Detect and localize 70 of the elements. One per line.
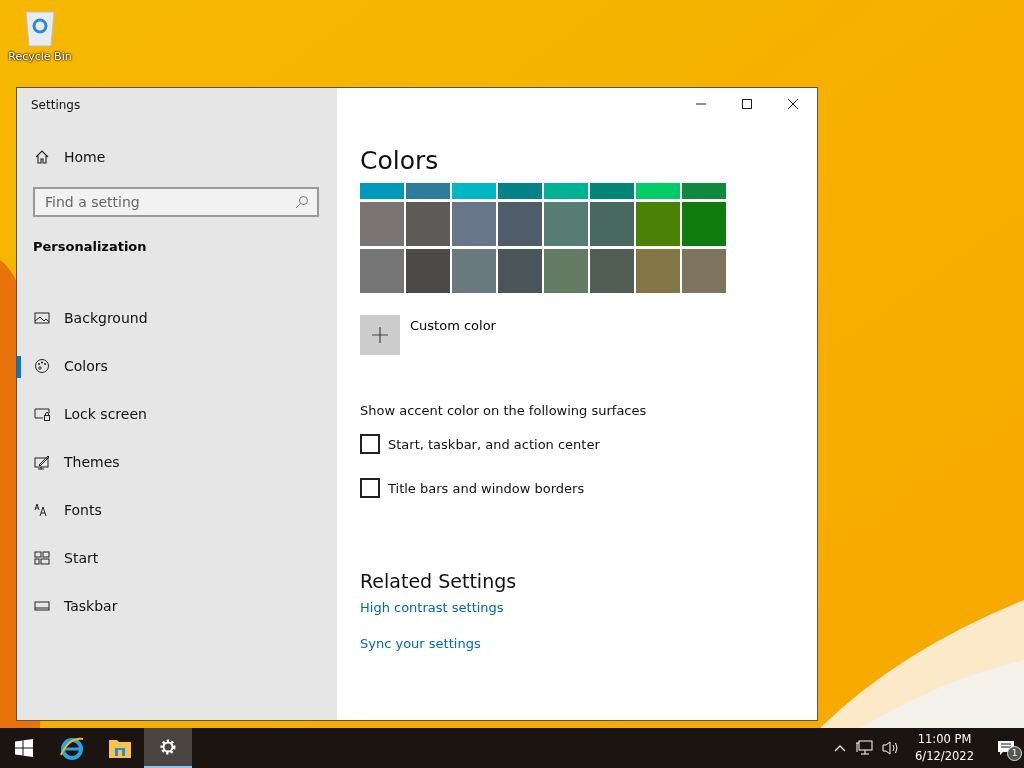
checkbox[interactable] xyxy=(360,434,380,454)
color-swatch[interactable] xyxy=(360,202,404,246)
color-swatch[interactable] xyxy=(452,183,496,199)
sidebar-item[interactable]: Colors xyxy=(17,342,337,390)
browser-icon xyxy=(59,735,85,761)
color-swatch[interactable] xyxy=(452,249,496,293)
color-swatch[interactable] xyxy=(682,183,726,199)
home-nav-item[interactable]: Home xyxy=(17,135,337,179)
notification-count: 1 xyxy=(1007,746,1022,761)
sidebar-item[interactable]: Start xyxy=(17,534,337,582)
sidebar-item[interactable]: Lock screen xyxy=(17,390,337,438)
color-swatch[interactable] xyxy=(682,249,726,293)
chevron-up-icon[interactable] xyxy=(834,744,847,752)
color-swatch[interactable] xyxy=(590,183,634,199)
clock-date[interactable]: 6/12/2022 xyxy=(915,748,974,765)
color-swatch[interactable] xyxy=(636,183,680,199)
home-icon xyxy=(34,149,50,165)
sidebar-item[interactable]: Background xyxy=(17,294,337,342)
color-swatch[interactable] xyxy=(498,202,542,246)
color-swatch[interactable] xyxy=(636,202,680,246)
custom-color-button[interactable] xyxy=(360,315,400,355)
sidebar-item[interactable]: Themes xyxy=(17,438,337,486)
color-swatch[interactable] xyxy=(406,183,450,199)
sidebar-item[interactable]: Taskbar xyxy=(17,582,337,630)
search-icon xyxy=(295,195,309,209)
taskbar-app[interactable] xyxy=(144,728,192,768)
folder-icon xyxy=(108,737,132,759)
checkbox-label[interactable]: Title bars and window borders xyxy=(388,480,585,496)
lock-icon xyxy=(34,406,50,422)
search-field[interactable]: Find a setting xyxy=(33,187,319,217)
color-swatch[interactable] xyxy=(360,183,404,199)
color-swatch[interactable] xyxy=(636,249,680,293)
background-icon xyxy=(34,310,50,326)
colors-icon xyxy=(34,358,50,374)
color-swatch[interactable] xyxy=(590,249,634,293)
settings-link[interactable]: Sync your settings xyxy=(360,636,481,651)
color-swatch[interactable] xyxy=(544,249,588,293)
taskbar-icon xyxy=(34,598,50,614)
color-swatch[interactable] xyxy=(682,202,726,246)
color-swatch[interactable] xyxy=(544,202,588,246)
checkbox-label[interactable]: Start, taskbar, and action center xyxy=(388,436,600,452)
surfaces-heading: Show accent color on the following surfaces xyxy=(360,403,647,418)
color-swatch[interactable] xyxy=(406,202,450,246)
window-title: Settings xyxy=(30,97,82,114)
section-heading: Related Settings xyxy=(360,570,517,592)
clock-time[interactable]: 11:00 PM xyxy=(917,731,972,748)
color-swatch[interactable] xyxy=(452,202,496,246)
network-icon[interactable] xyxy=(855,740,874,756)
custom-color-label[interactable]: Custom color xyxy=(410,318,496,333)
windows-logo-icon[interactable] xyxy=(15,739,33,757)
color-swatch[interactable] xyxy=(498,183,542,199)
settings-icon xyxy=(158,737,178,757)
color-swatch[interactable] xyxy=(590,202,634,246)
fonts-icon xyxy=(34,502,50,518)
maximize-icon[interactable] xyxy=(741,98,753,110)
sidebar-item[interactable]: Fonts xyxy=(17,486,337,534)
recycle-bin-icon[interactable] xyxy=(22,8,58,48)
start-icon xyxy=(34,550,50,566)
color-swatch[interactable] xyxy=(360,249,404,293)
settings-link[interactable]: High contrast settings xyxy=(360,600,504,615)
page-title: Colors xyxy=(360,146,439,175)
close-icon[interactable] xyxy=(787,98,799,110)
checkbox[interactable] xyxy=(360,478,380,498)
plus-icon xyxy=(371,326,389,344)
section-heading: Personalization xyxy=(32,238,148,256)
color-swatch[interactable] xyxy=(498,249,542,293)
themes-icon xyxy=(34,454,50,470)
speaker-icon[interactable] xyxy=(882,740,901,756)
color-swatch[interactable] xyxy=(544,183,588,199)
color-swatch[interactable] xyxy=(406,249,450,293)
